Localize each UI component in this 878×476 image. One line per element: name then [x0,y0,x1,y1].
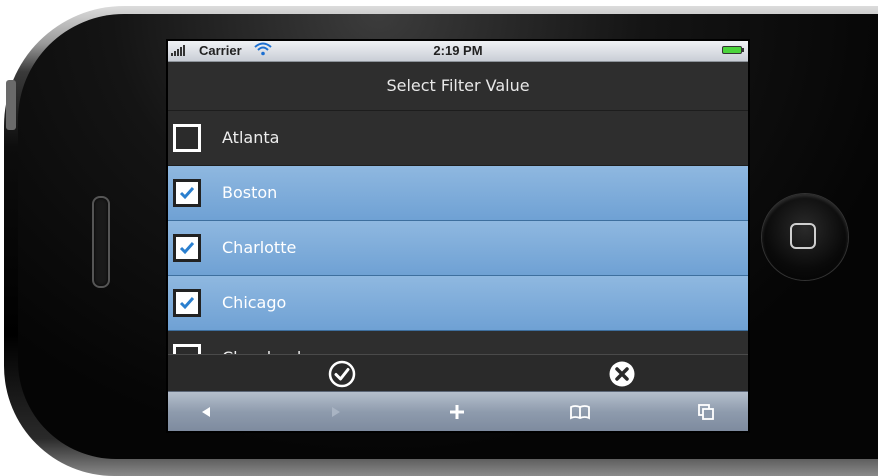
action-bar [168,354,748,392]
forward-arrow-icon [324,400,348,424]
list-item[interactable]: Chicago [168,276,748,331]
back-arrow-icon[interactable] [194,400,218,424]
home-button[interactable] [790,223,816,249]
list-item[interactable]: Cleveland [168,331,748,355]
list-item-label: Cleveland [222,331,301,355]
battery-icon [722,46,744,54]
bookmarks-book-icon[interactable] [568,400,592,424]
phone-screen: Carrier 2:19 PM Select Filter Value Atla… [168,41,748,431]
checkbox[interactable] [173,124,201,152]
checkbox[interactable] [173,289,201,317]
checkbox[interactable] [173,234,201,262]
list-item[interactable]: Atlanta [168,111,748,166]
speaker-slot [92,196,110,288]
browser-toolbar [168,391,748,431]
list-item-label: Chicago [222,293,287,312]
status-time: 2:19 PM [433,43,483,58]
page-title: Select Filter Value [168,62,748,111]
volume-button [6,80,16,130]
checkbox[interactable] [173,179,201,207]
pages-icon[interactable] [694,400,718,424]
check-circle-icon[interactable] [328,360,356,388]
list-item-label: Charlotte [222,238,297,257]
list-item-label: Atlanta [222,128,280,147]
filter-value-list: Atlanta Boston Charlotte Chicago Clevela… [168,111,748,355]
close-circle-icon[interactable] [608,360,636,388]
list-item[interactable]: Boston [168,166,748,221]
list-item[interactable]: Charlotte [168,221,748,276]
list-item-label: Boston [222,183,278,202]
status-bar: Carrier 2:19 PM [168,41,748,62]
plus-icon[interactable] [445,400,469,424]
